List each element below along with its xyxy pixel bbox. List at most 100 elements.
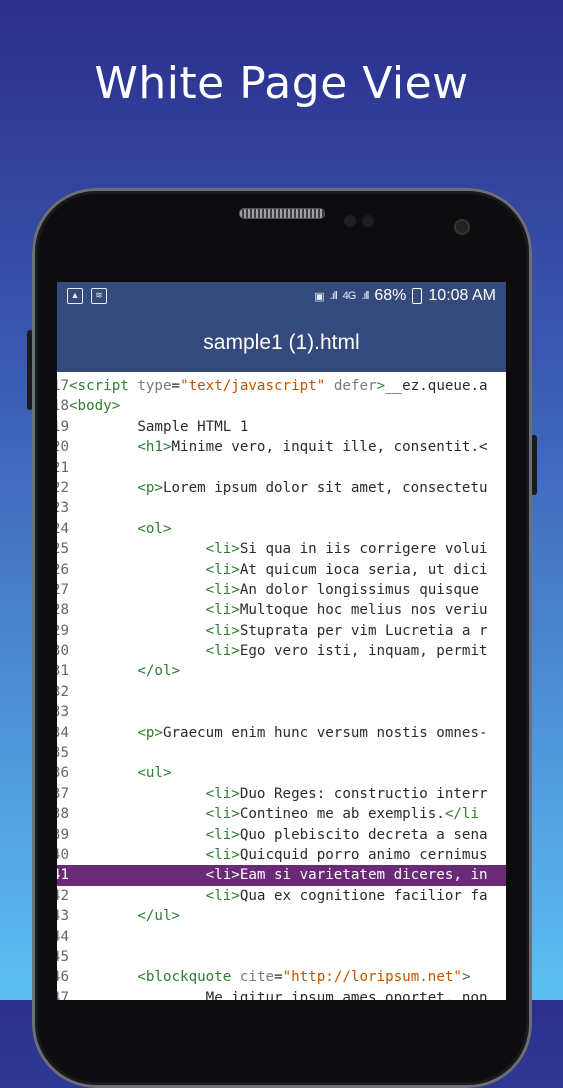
code-line[interactable]: 31 </ol>	[57, 661, 506, 681]
line-number: 22	[57, 479, 69, 496]
code-line[interactable]: 30 <li>Ego vero isti, inquam, permit	[57, 641, 506, 661]
line-number: 44	[57, 928, 69, 945]
code-line[interactable]: 39 <li>Quo plebiscito decreta a sena	[57, 825, 506, 845]
phone-screen: ▲ ≋ ▣ .ıll 4G .ıll 68% 10:08 AM sample1 …	[57, 282, 506, 1000]
line-number: 34	[57, 724, 69, 741]
line-number: 26	[57, 561, 69, 578]
line-number: 17	[57, 378, 69, 394]
line-number: 20	[57, 439, 69, 456]
clock: 10:08 AM	[428, 287, 496, 304]
code-line[interactable]: 44	[57, 927, 506, 947]
earpiece-speaker	[239, 208, 325, 219]
code-line[interactable]: 40 <li>Quicquid porro animo cernimus	[57, 845, 506, 865]
gallery-notification-icon: ▲	[67, 288, 83, 304]
code-line-highlighted[interactable]: 41 <li>Eam si varietatem diceres, in	[57, 865, 506, 886]
code-line[interactable]: 18<body>	[57, 396, 506, 416]
code-line[interactable]: 29 <li>Stuprata per vim Lucretia a r	[57, 621, 506, 641]
code-text: <li>Multoque hoc melius nos veriu	[205, 602, 488, 619]
code-text: <li>At quicum ioca seria, ut dici	[205, 561, 488, 578]
line-number: 39	[57, 826, 69, 843]
code-line[interactable]: 32	[57, 682, 506, 702]
line-number: 23	[57, 500, 69, 517]
code-text: <p>Lorem ipsum dolor sit amet, consectet…	[137, 479, 488, 496]
line-number: 25	[57, 541, 69, 558]
code-line[interactable]: 20 <h1>Minime vero, inquit ille, consent…	[57, 437, 506, 457]
code-line[interactable]: 35	[57, 743, 506, 763]
code-line[interactable]: 19 Sample HTML 1	[57, 417, 506, 437]
code-line[interactable]: 25 <li>Si qua in iis corrigere volui	[57, 539, 506, 559]
code-text: <ul>	[137, 765, 172, 782]
code-text: Me igitur ipsum ames oportet, non	[205, 989, 488, 1000]
code-line[interactable]: 33	[57, 702, 506, 722]
line-number: 27	[57, 581, 69, 598]
battery-percent: 68%	[374, 287, 407, 304]
code-line[interactable]: 27 <li>An dolor longissimus quisque	[57, 580, 506, 600]
line-number: 28	[57, 602, 69, 619]
code-text: <li>Si qua in iis corrigere volui	[205, 541, 488, 558]
network-type: 4G	[342, 290, 357, 302]
code-text: <h1>Minime vero, inquit ille, consentit.…	[137, 439, 488, 456]
code-line[interactable]: 24 <ol>	[57, 519, 506, 539]
code-line[interactable]: 26 <li>At quicum ioca seria, ut dici	[57, 560, 506, 580]
code-text: <li>Quicquid porro animo cernimus	[205, 846, 488, 863]
line-number: 47	[57, 989, 69, 1000]
line-number: 37	[57, 785, 69, 802]
code-view[interactable]: 17<script type="text/javascript" defer>_…	[57, 372, 506, 1000]
code-line[interactable]: 21	[57, 458, 506, 478]
line-number: 31	[57, 663, 69, 680]
code-line[interactable]: 46 <blockquote cite="http://loripsum.net…	[57, 967, 506, 987]
code-text: <li>An dolor longissimus quisque	[205, 581, 488, 598]
line-number: 21	[57, 459, 69, 476]
code-line[interactable]: 38 <li>Contineo me ab exemplis.</li	[57, 804, 506, 824]
code-line[interactable]: 36 <ul>	[57, 763, 506, 783]
front-camera	[456, 221, 468, 233]
code-text: <li>Duo Reges: constructio interr	[205, 785, 488, 802]
line-number: 42	[57, 887, 69, 904]
battery-icon	[412, 288, 423, 304]
code-line[interactable]: 45	[57, 947, 506, 967]
code-line[interactable]: 37 <li>Duo Reges: constructio interr	[57, 784, 506, 804]
code-text: <li>Stuprata per vim Lucretia a r	[205, 622, 488, 639]
sim-icon: ▣	[314, 290, 324, 303]
app-bar: sample1 (1).html	[57, 312, 506, 372]
code-text: <li>Contineo me ab exemplis.</li	[205, 806, 480, 823]
line-number: 29	[57, 622, 69, 639]
line-number: 32	[57, 683, 69, 700]
file-title: sample1 (1).html	[203, 331, 360, 354]
code-line[interactable]: 34 <p>Graecum enim hunc versum nostis om…	[57, 723, 506, 743]
line-number: 33	[57, 704, 69, 721]
code-line[interactable]: 47 Me igitur ipsum ames oportet, non	[57, 988, 506, 1000]
code-text: <li>Quo plebiscito decreta a sena	[205, 826, 488, 843]
light-sensor	[362, 215, 374, 227]
line-number: 35	[57, 745, 69, 762]
code-line[interactable]: 17<script type="text/javascript" defer>_…	[57, 376, 506, 396]
code-line[interactable]: 42 <li>Qua ex cognitione facilior fa	[57, 886, 506, 906]
code-text: <body>	[69, 398, 121, 415]
line-number: 45	[57, 948, 69, 965]
line-number: 30	[57, 643, 69, 660]
code-text: <li>Eam si varietatem diceres, in	[205, 867, 488, 884]
code-text: </ol>	[137, 663, 181, 680]
code-line[interactable]: 22 <p>Lorem ipsum dolor sit amet, consec…	[57, 478, 506, 498]
wifi-notification-icon: ≋	[91, 288, 107, 304]
code-line[interactable]: 28 <li>Multoque hoc melius nos veriu	[57, 600, 506, 620]
line-number: 41	[57, 867, 69, 884]
code-line[interactable]: 23	[57, 498, 506, 518]
code-text: </ul>	[137, 908, 181, 925]
code-text: <ol>	[137, 520, 172, 537]
code-line[interactable]: 43 </ul>	[57, 906, 506, 926]
status-bar: ▲ ≋ ▣ .ıll 4G .ıll 68% 10:08 AM	[57, 282, 506, 312]
code-text: <script type="text/javascript" defer>__e…	[69, 378, 488, 394]
code-text: <blockquote cite="http://loripsum.net">	[137, 969, 471, 986]
line-number: 40	[57, 846, 69, 863]
code-text: Sample HTML 1	[137, 418, 249, 435]
code-text: <li>Ego vero isti, inquam, permit	[205, 643, 488, 660]
signal-icon-2: .ıll	[361, 290, 369, 302]
line-number: 46	[57, 969, 69, 986]
